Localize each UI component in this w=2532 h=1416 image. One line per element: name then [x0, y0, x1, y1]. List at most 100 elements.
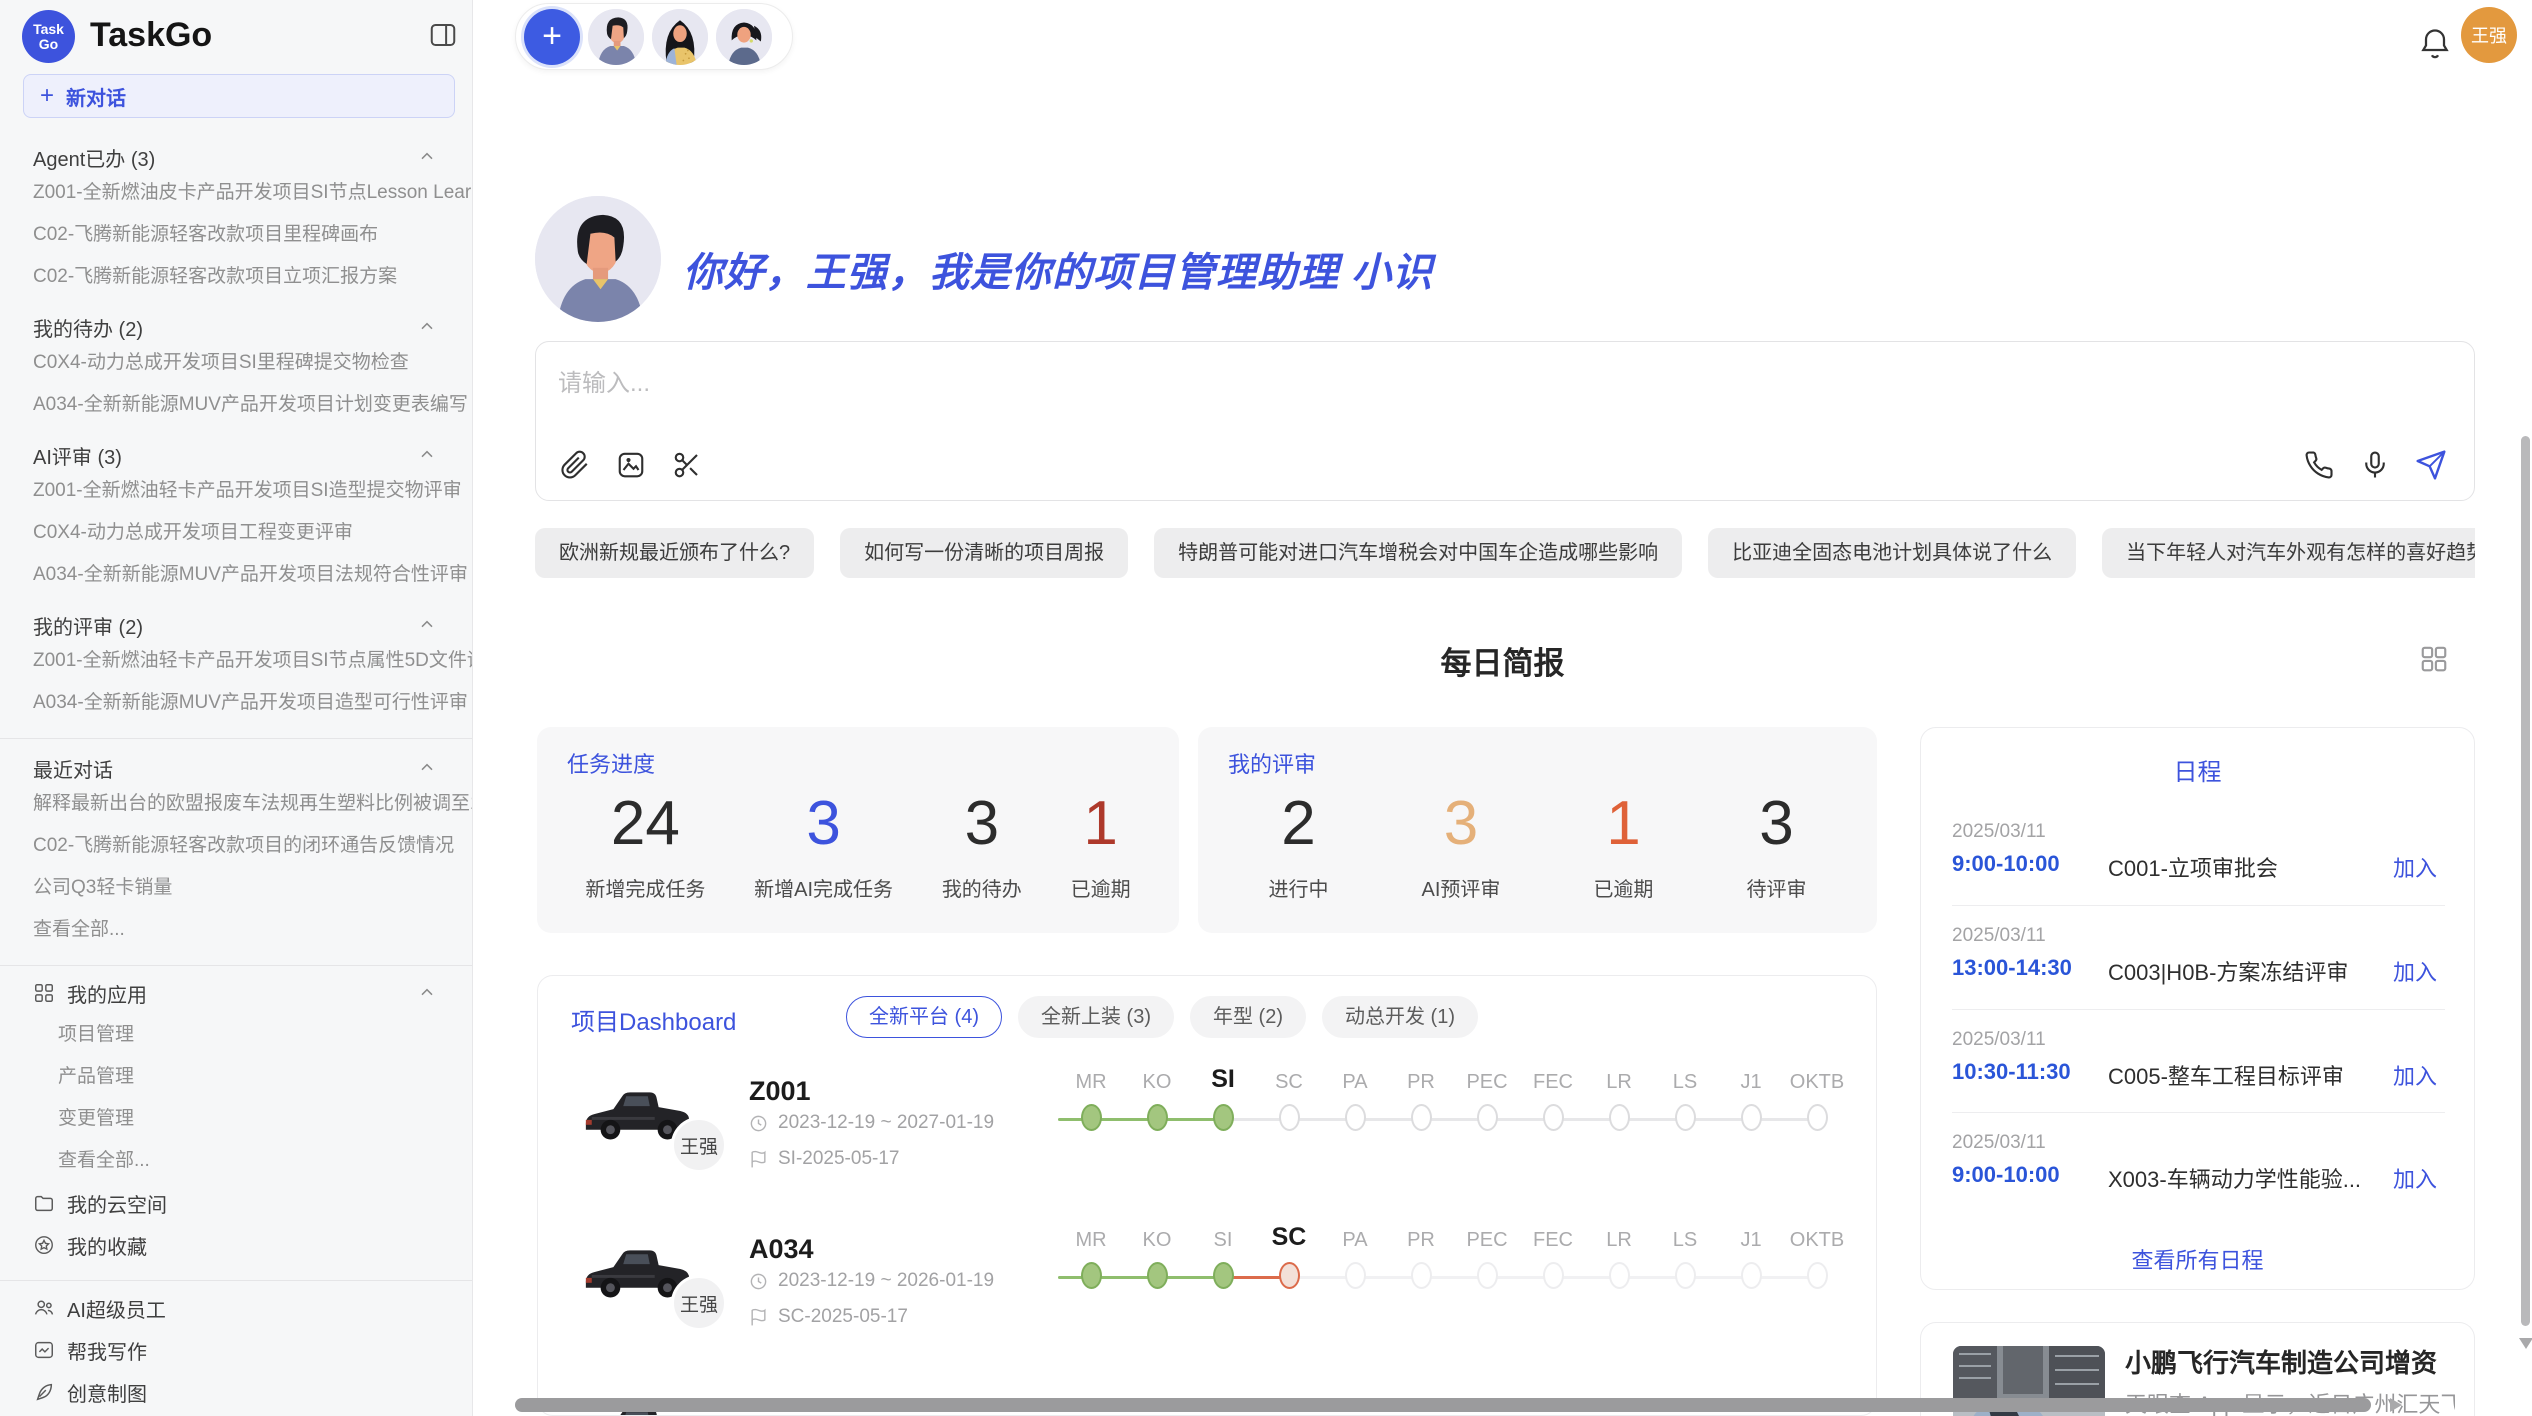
list-item[interactable]: A034-全新新能源MUV产品开发项目计划变更表编写	[0, 384, 473, 426]
suggestion-chip[interactable]: 如何写一份清晰的项目周报	[840, 528, 1128, 578]
join-link[interactable]: 加入	[2393, 955, 2437, 987]
layout-grid-icon[interactable]	[2419, 644, 2449, 674]
tab-model-year[interactable]: 年型 (2)	[1190, 996, 1306, 1038]
suggestion-chip[interactable]: 比亚迪全固态电池计划具体说了什么	[1708, 528, 2076, 578]
attach-image-icon[interactable]	[614, 448, 648, 482]
view-all-schedule-link[interactable]: 查看所有日程	[1921, 1243, 2474, 1275]
clock-icon	[749, 1114, 768, 1133]
list-item[interactable]: Z001-全新燃油轻卡产品开发项目SI造型提交物评审	[0, 470, 473, 512]
list-item[interactable]: Z001-全新燃油轻卡产品开发项目SI节点属性5D文件评审	[0, 640, 473, 682]
list-item[interactable]: 公司Q3轻卡销量	[0, 867, 473, 909]
milestone: KO	[1124, 1216, 1190, 1289]
tab-new-body[interactable]: 全新上装 (3)	[1018, 996, 1174, 1038]
stat-pending-review: 3 待评审	[1746, 785, 1806, 902]
stat-new-ai-completed: 3 新增AI完成任务	[754, 785, 893, 902]
view-all-apps-link[interactable]: 查看全部...	[0, 1140, 473, 1182]
suggestion-chip[interactable]: 特朗普可能对进口汽车增税会对中国车企造成哪些影响	[1154, 528, 1682, 578]
avatar[interactable]	[716, 9, 772, 65]
list-item[interactable]: A034-全新新能源MUV产品开发项目造型可行性评审	[0, 682, 473, 724]
my-review-card: 我的评审 2 进行中 3 AI预评审 1 已逾期 3 待评审	[1198, 727, 1877, 933]
sidebar-header: Task Go TaskGo	[0, 0, 472, 72]
section-my-review[interactable]: 我的评审 (2)	[0, 610, 473, 640]
milestone-current: SI	[1190, 1058, 1256, 1131]
schedule-item: 10:30-11:30 C005-整车工程目标评审 加入	[1921, 1059, 2474, 1089]
dates-text: 2023-12-19 ~ 2026-01-19	[778, 1270, 994, 1292]
section-my-todo[interactable]: 我的待办 (2)	[0, 312, 473, 342]
section-title: Agent已办 (3)	[33, 143, 155, 172]
join-link[interactable]: 加入	[2393, 1059, 2437, 1091]
sidebar-collapse-icon[interactable]	[428, 20, 458, 50]
sidebar-item-ai-super-staff[interactable]: AI超级员工	[0, 1287, 473, 1329]
milestone: LS	[1652, 1058, 1718, 1131]
project-dates: 2023-12-19 ~ 2026-01-19	[749, 1270, 994, 1292]
divider	[1952, 1112, 2445, 1113]
phone-call-icon[interactable]	[2302, 448, 2336, 482]
schedule-date: 2025/03/11	[1952, 1029, 2046, 1051]
avatar[interactable]	[588, 9, 644, 65]
send-icon[interactable]	[2414, 448, 2448, 482]
schedule-title: 日程	[1921, 752, 2474, 787]
stat-ai-pre-review: 3 AI预评审	[1422, 785, 1501, 902]
divider	[1952, 1009, 2445, 1010]
chevron-up-icon	[417, 758, 437, 778]
sidebar-item-creative-drawing[interactable]: 创意制图	[0, 1371, 473, 1413]
notification-bell-icon[interactable]	[2417, 26, 2453, 62]
suggestion-chip[interactable]: 欧洲新规最近颁布了什么?	[535, 528, 814, 578]
list-item[interactable]: C02-飞腾新能源轻客改款项目立项汇报方案	[0, 256, 473, 298]
scroll-right-arrow-icon[interactable]	[2390, 1398, 2402, 1412]
sidebar-item-help-me-write[interactable]: 帮我写作	[0, 1329, 473, 1371]
greeting-text: 你好，王强，我是你的项目管理助理 小识	[683, 240, 1433, 298]
suggestion-chip[interactable]: 当下年轻人对汽车外观有怎样的喜好趋势	[2102, 528, 2475, 578]
sidebar-item-favorites[interactable]: 我的收藏	[0, 1224, 473, 1266]
sidebar-item-change-mgmt[interactable]: 变更管理	[0, 1098, 473, 1140]
schedule-time: 9:00-10:00	[1952, 851, 2060, 877]
milestone: FEC	[1520, 1216, 1586, 1289]
milestone: PR	[1388, 1216, 1454, 1289]
view-all-chats-link[interactable]: 查看全部...	[0, 909, 473, 951]
logo-line2: Go	[39, 37, 58, 52]
list-item[interactable]: A034-全新新能源MUV产品开发项目法规符合性评审	[0, 554, 473, 596]
screenshot-scissors-icon[interactable]	[670, 448, 704, 482]
project-dashboard-card: 项目Dashboard 全新平台 (4) 全新上装 (3) 年型 (2) 动总开…	[537, 975, 1877, 1416]
chat-input[interactable]	[558, 362, 1958, 406]
list-item[interactable]: C0X4-动力总成开发项目SI里程碑提交物检查	[0, 342, 473, 384]
sidebar-item-my-apps[interactable]: 我的应用	[0, 972, 473, 1014]
milestone-current: SC	[1256, 1216, 1322, 1289]
avatar[interactable]	[652, 9, 708, 65]
section-ai-review[interactable]: AI评审 (3)	[0, 440, 473, 470]
task-progress-card: 任务进度 24 新增完成任务 3 新增AI完成任务 3 我的待办 1 已逾期	[537, 727, 1179, 933]
new-chat-button[interactable]: + 新对话	[23, 74, 455, 118]
list-item[interactable]: 解释最新出台的欧盟报废车法规再生塑料比例被调至15%...	[0, 783, 473, 825]
tab-powertrain[interactable]: 动总开发 (1)	[1322, 996, 1478, 1038]
divider	[0, 965, 473, 966]
microphone-icon[interactable]	[2358, 448, 2392, 482]
user-avatar[interactable]: 王强	[2461, 7, 2517, 63]
project-flag: SI-2025-05-17	[749, 1148, 899, 1170]
schedule-item: 9:00-10:00 C001-立项审批会 加入	[1921, 851, 2474, 881]
list-item[interactable]: C02-飞腾新能源轻客改款项目里程碑画布	[0, 214, 473, 256]
attach-file-icon[interactable]	[558, 448, 592, 482]
list-item[interactable]: C02-飞腾新能源轻客改款项目的闭环通告反馈情况	[0, 825, 473, 867]
add-agent-button[interactable]: +	[524, 9, 580, 65]
project-dates: 2023-12-19 ~ 2027-01-19	[749, 1112, 994, 1134]
dashboard-tabs: 全新平台 (4) 全新上装 (3) 年型 (2) 动总开发 (1)	[846, 996, 1478, 1038]
project-owner-avatar: 王强	[671, 1117, 727, 1173]
scroll-down-arrow-icon[interactable]	[2519, 1338, 2532, 1349]
horizontal-scrollbar[interactable]	[515, 1398, 2371, 1412]
join-link[interactable]: 加入	[2393, 1162, 2437, 1194]
vertical-scrollbar[interactable]	[2521, 436, 2530, 1326]
sidebar-item-cloud-space[interactable]: 我的云空间	[0, 1182, 473, 1224]
stat-value: 3	[1444, 785, 1478, 863]
join-link[interactable]: 加入	[2393, 851, 2437, 883]
list-item[interactable]: C0X4-动力总成开发项目工程变更评审	[0, 512, 473, 554]
list-item[interactable]: Z001-全新燃油皮卡产品开发项目SI节点Lesson Learn报告	[0, 172, 473, 214]
daily-brief-title: 每日简报	[473, 638, 2532, 683]
section-recent-chats[interactable]: 最近对话	[0, 753, 473, 783]
card-title: 我的评审	[1228, 747, 1316, 779]
schedule-date: 2025/03/11	[1952, 925, 2046, 947]
stat-value: 3	[965, 785, 999, 863]
sidebar-item-product-mgmt[interactable]: 产品管理	[0, 1056, 473, 1098]
tab-new-platform[interactable]: 全新平台 (4)	[846, 996, 1002, 1038]
section-agent-done[interactable]: Agent已办 (3)	[0, 142, 473, 172]
sidebar-item-project-mgmt[interactable]: 项目管理	[0, 1014, 473, 1056]
